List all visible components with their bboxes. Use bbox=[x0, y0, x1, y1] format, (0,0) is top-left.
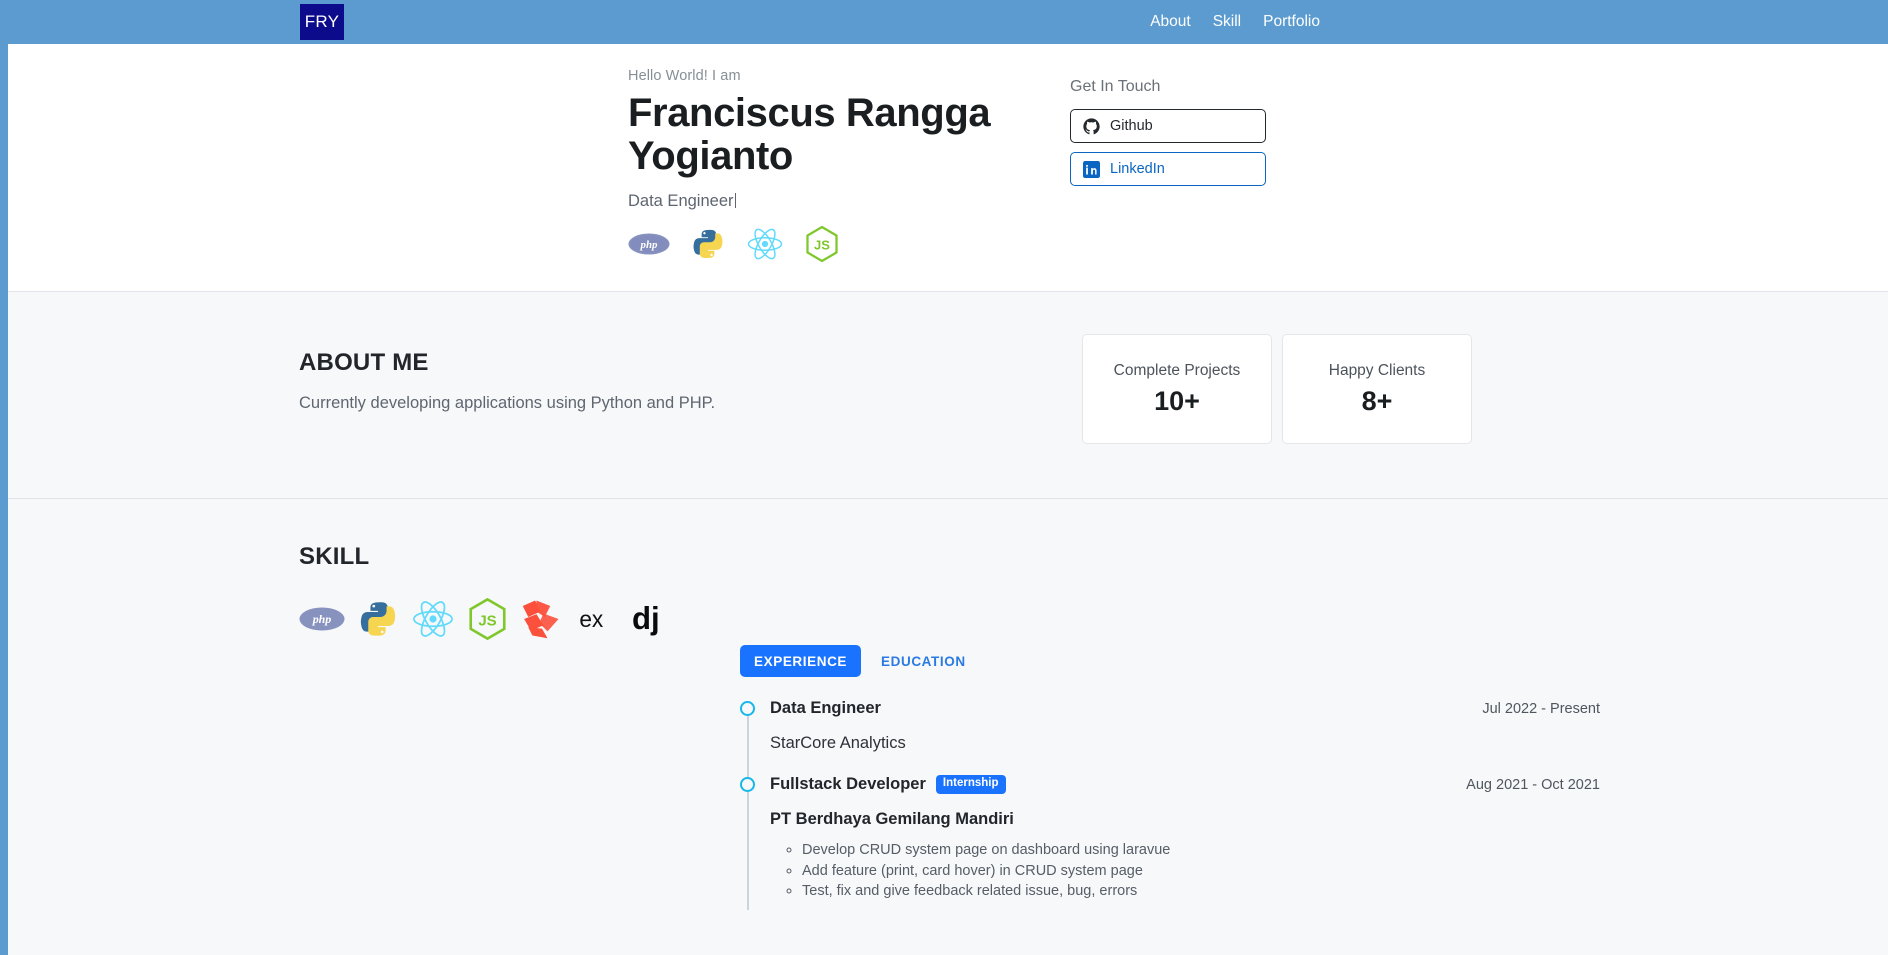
timeline-date: Jul 2022 - Present bbox=[1482, 701, 1600, 717]
left-edge-accent-strip bbox=[0, 0, 8, 955]
django-icon: dj bbox=[632, 599, 666, 639]
react-icon bbox=[746, 227, 784, 261]
timeline-role: Fullstack Developer bbox=[770, 775, 926, 793]
hero-intro-block: Hello World! I am Franciscus Rangga Yogi… bbox=[628, 68, 1028, 265]
linkedin-button[interactable]: LinkedIn bbox=[1070, 152, 1266, 186]
experience-education-tabs: EXPERIENCE EDUCATION bbox=[740, 645, 1600, 677]
express-icon: ex bbox=[578, 599, 618, 639]
svg-text:dj: dj bbox=[632, 601, 660, 636]
hero-name: Franciscus Rangga Yogianto bbox=[628, 91, 991, 178]
nodejs-icon: JS bbox=[806, 225, 838, 262]
hero-tech-icons: php JS bbox=[628, 223, 1028, 265]
timeline-item: Fullstack Developer Internship Aug 2021 … bbox=[740, 775, 1600, 902]
nav-link-about[interactable]: About bbox=[1150, 13, 1191, 31]
tab-education[interactable]: EDUCATION bbox=[867, 645, 980, 677]
timeline-item: Data Engineer Jul 2022 - Present StarCor… bbox=[740, 699, 1600, 753]
hero-role-text: Data Engineer bbox=[628, 191, 734, 210]
about-section: ABOUT ME Currently developing applicatio… bbox=[0, 292, 1888, 499]
page-root: FRY About Skill Portfolio Hello World! I… bbox=[0, 0, 1888, 955]
github-button[interactable]: Github bbox=[1070, 109, 1266, 143]
timeline-bullet-list: Develop CRUD system page on dashboard us… bbox=[802, 840, 1600, 902]
stat-card-happy-clients: Happy Clients 8+ bbox=[1282, 334, 1472, 444]
stats-row: Complete Projects 10+ Happy Clients 8+ bbox=[1082, 334, 1472, 444]
svg-text:JS: JS bbox=[478, 612, 496, 629]
contact-block: Get In Touch Github LinkedIn bbox=[1070, 78, 1270, 195]
experience-panel: EXPERIENCE EDUCATION Data Engineer Jul 2… bbox=[740, 645, 1600, 910]
tab-experience[interactable]: EXPERIENCE bbox=[740, 645, 862, 677]
hero-role: Data Engineer bbox=[628, 192, 1028, 211]
timeline-date: Aug 2021 - Oct 2021 bbox=[1466, 777, 1600, 793]
hero-section: Hello World! I am Franciscus Rangga Yogi… bbox=[0, 44, 1888, 292]
skill-left-block: SKILL php JS ex dj bbox=[299, 543, 699, 641]
about-text-block: ABOUT ME Currently developing applicatio… bbox=[299, 349, 979, 413]
stat-card-complete-projects: Complete Projects 10+ bbox=[1082, 334, 1272, 444]
python-icon bbox=[359, 599, 397, 639]
nodejs-icon: JS bbox=[469, 598, 506, 640]
github-button-label: Github bbox=[1110, 118, 1153, 134]
list-item: Develop CRUD system page on dashboard us… bbox=[802, 840, 1600, 861]
nav-link-portfolio[interactable]: Portfolio bbox=[1263, 13, 1320, 31]
nav-links: About Skill Portfolio bbox=[1150, 0, 1320, 44]
timeline-dot-icon bbox=[740, 701, 755, 716]
timeline-role: Data Engineer bbox=[770, 699, 881, 717]
php-icon: php bbox=[628, 227, 670, 261]
navbar: FRY About Skill Portfolio bbox=[0, 0, 1888, 44]
status-badge: Internship bbox=[935, 775, 1006, 794]
svg-text:ex: ex bbox=[579, 606, 604, 632]
skill-title: SKILL bbox=[299, 543, 370, 570]
brand-logo[interactable]: FRY bbox=[300, 4, 344, 40]
php-icon: php bbox=[299, 599, 345, 639]
navbar-inner: FRY About Skill Portfolio bbox=[0, 0, 1568, 44]
timeline-spacer bbox=[770, 753, 1600, 775]
about-description: Currently developing applications using … bbox=[299, 394, 716, 412]
skill-icons: php JS ex dj bbox=[299, 597, 699, 641]
list-item: Test, fix and give feedback related issu… bbox=[802, 881, 1600, 902]
stat-label: Happy Clients bbox=[1328, 361, 1426, 379]
react-icon bbox=[411, 599, 455, 639]
list-item: Add feature (print, card hover) in CRUD … bbox=[802, 861, 1600, 882]
svg-text:php: php bbox=[640, 238, 659, 250]
timeline-rail bbox=[747, 707, 749, 910]
python-icon bbox=[692, 227, 724, 261]
nav-link-skill[interactable]: Skill bbox=[1213, 13, 1241, 31]
github-icon bbox=[1083, 117, 1100, 135]
svg-text:php: php bbox=[312, 612, 332, 626]
stat-label: Complete Projects bbox=[1113, 361, 1241, 379]
timeline-company: StarCore Analytics bbox=[770, 734, 906, 752]
hero-greeting: Hello World! I am bbox=[628, 68, 741, 84]
timeline-item-header: Data Engineer bbox=[770, 699, 1600, 718]
stat-value: 10+ bbox=[1154, 385, 1200, 416]
linkedin-icon bbox=[1083, 160, 1100, 178]
timeline-dot-icon bbox=[740, 777, 755, 792]
stat-value: 8+ bbox=[1361, 385, 1393, 416]
about-title: ABOUT ME bbox=[299, 349, 429, 376]
laravel-icon bbox=[520, 599, 564, 639]
contact-title: Get In Touch bbox=[1070, 78, 1161, 95]
svg-text:JS: JS bbox=[814, 237, 830, 252]
timeline-company: PT Berdhaya Gemilang Mandiri bbox=[770, 810, 1014, 828]
typing-caret bbox=[734, 192, 736, 208]
timeline: Data Engineer Jul 2022 - Present StarCor… bbox=[740, 699, 1600, 910]
linkedin-button-label: LinkedIn bbox=[1110, 161, 1165, 177]
